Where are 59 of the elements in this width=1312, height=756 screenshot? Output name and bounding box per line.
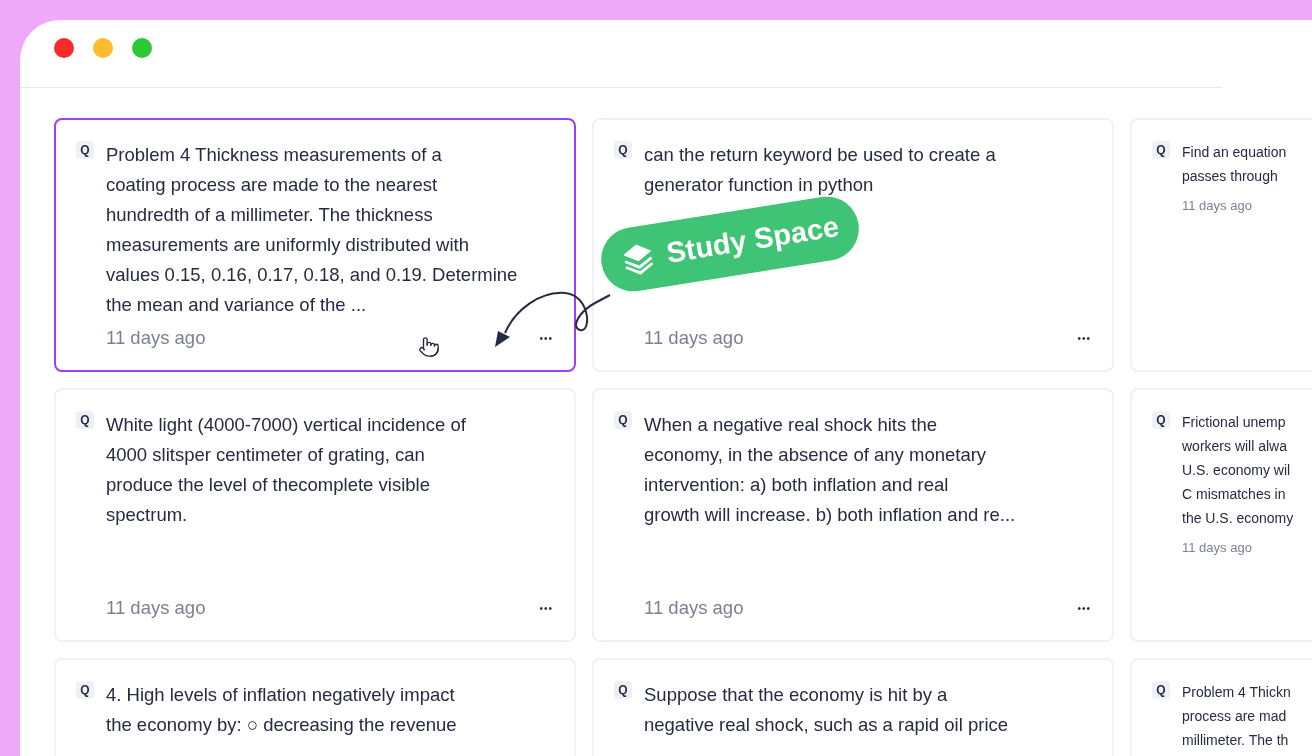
more-options-button[interactable]: ••• (539, 330, 553, 346)
question-text: generator function in python (644, 173, 875, 197)
question-card[interactable]: Q When a negative real shock hits the economy, in the absence of any monetary intervention: a) both inflation and real growth will increase. b) both inflation and re... 11 days ago ••• (592, 388, 1114, 642)
question-card[interactable]: Q Problem 4 Thickn process are mad millimeter. The th (1130, 658, 1312, 756)
question-text: 4000 slitsper centimeter of grating, can (106, 443, 426, 467)
question-text: Suppose that the economy is hit by a (644, 683, 949, 707)
question-card[interactable]: Q Frictional unemp workers will alwa U.S. economy wil C mismatches in the U.S. economy 11 days ago (1130, 388, 1312, 642)
question-text: 4. High levels of inflation negatively impact (106, 683, 456, 707)
question-card[interactable]: Q Suppose that the economy is hit by a negative real shock, such as a rapid oil price (592, 658, 1114, 756)
question-text: When a negative real shock hits the (644, 413, 939, 437)
question-text: workers will alwa (1182, 437, 1289, 456)
question-text: White light (4000-7000) vertical incidence of (106, 413, 466, 437)
question-text: Problem 4 Thickness measurements of a (106, 143, 443, 167)
question-card[interactable]: Q Find an equation passes through 11 days ago (1130, 118, 1312, 372)
timestamp: 11 days ago (1182, 539, 1253, 557)
question-text: economy, in the absence of any monetary (644, 443, 988, 467)
question-text: coating process are made to the nearest (106, 173, 439, 197)
question-badge: Q (1152, 411, 1170, 429)
question-text: negative real shock, such as a rapid oil price (644, 713, 1009, 737)
question-text: measurements are uniformly distributed with (106, 233, 470, 257)
question-card[interactable] (54, 118, 576, 372)
question-text: passes through (1182, 167, 1279, 186)
question-text: Problem 4 Thickn (1182, 683, 1291, 702)
question-badge: Q (614, 411, 632, 429)
question-card[interactable]: Q 4. High levels of inflation negatively impact the economy by: ○ decreasing the revenue (54, 658, 576, 756)
question-text: millimeter. The th (1182, 731, 1290, 750)
question-badge: Q (76, 411, 94, 429)
question-badge: Q (1152, 141, 1170, 159)
question-text: the mean and variance of the ... (106, 293, 368, 317)
question-text: Find an equation (1182, 143, 1287, 162)
question-text: can the return keyword be used to create a (644, 143, 996, 167)
question-text: process are mad (1182, 707, 1288, 726)
question-text: U.S. economy wil (1182, 461, 1292, 480)
question-text: the U.S. economy (1182, 509, 1294, 528)
more-options-button[interactable]: ••• (1077, 330, 1091, 346)
more-options-button[interactable]: ••• (539, 600, 553, 616)
hand-cursor-icon (418, 336, 440, 358)
question-badge: Q (76, 141, 94, 159)
badge-label: Study Space (663, 209, 843, 271)
question-card[interactable]: Q White light (4000-7000) vertical incidence of 4000 slitsper centimeter of grating, can produce the level of thecomplete visible spectrum. 11 days ago ••• (54, 388, 576, 642)
timestamp: 11 days ago (644, 326, 744, 351)
question-text: the economy by: ○ decreasing the revenue (106, 713, 457, 737)
question-text: spectrum. (106, 503, 189, 527)
question-text: produce the level of thecomplete visible (106, 473, 431, 497)
question-badge: Q (614, 141, 632, 159)
timestamp: 11 days ago (106, 596, 206, 621)
question-badge: Q (76, 681, 94, 699)
question-text: values 0.15, 0.16, 0.17, 0.18, and 0.19. Determine (106, 263, 518, 287)
more-options-button[interactable]: ••• (1077, 600, 1091, 616)
timestamp: 11 days ago (106, 326, 206, 351)
timestamp: 11 days ago (644, 596, 744, 621)
question-badge: Q (1152, 681, 1170, 699)
question-text: intervention: a) both inflation and real (644, 473, 950, 497)
question-text: C mismatches in (1182, 485, 1287, 504)
question-text: hundredth of a millimeter. The thickness (106, 203, 434, 227)
question-badge: Q (614, 681, 632, 699)
timestamp: 11 days ago (1182, 197, 1253, 215)
question-text: Frictional unemp (1182, 413, 1287, 432)
question-text: growth will increase. b) both inflation and re... (644, 503, 1016, 527)
